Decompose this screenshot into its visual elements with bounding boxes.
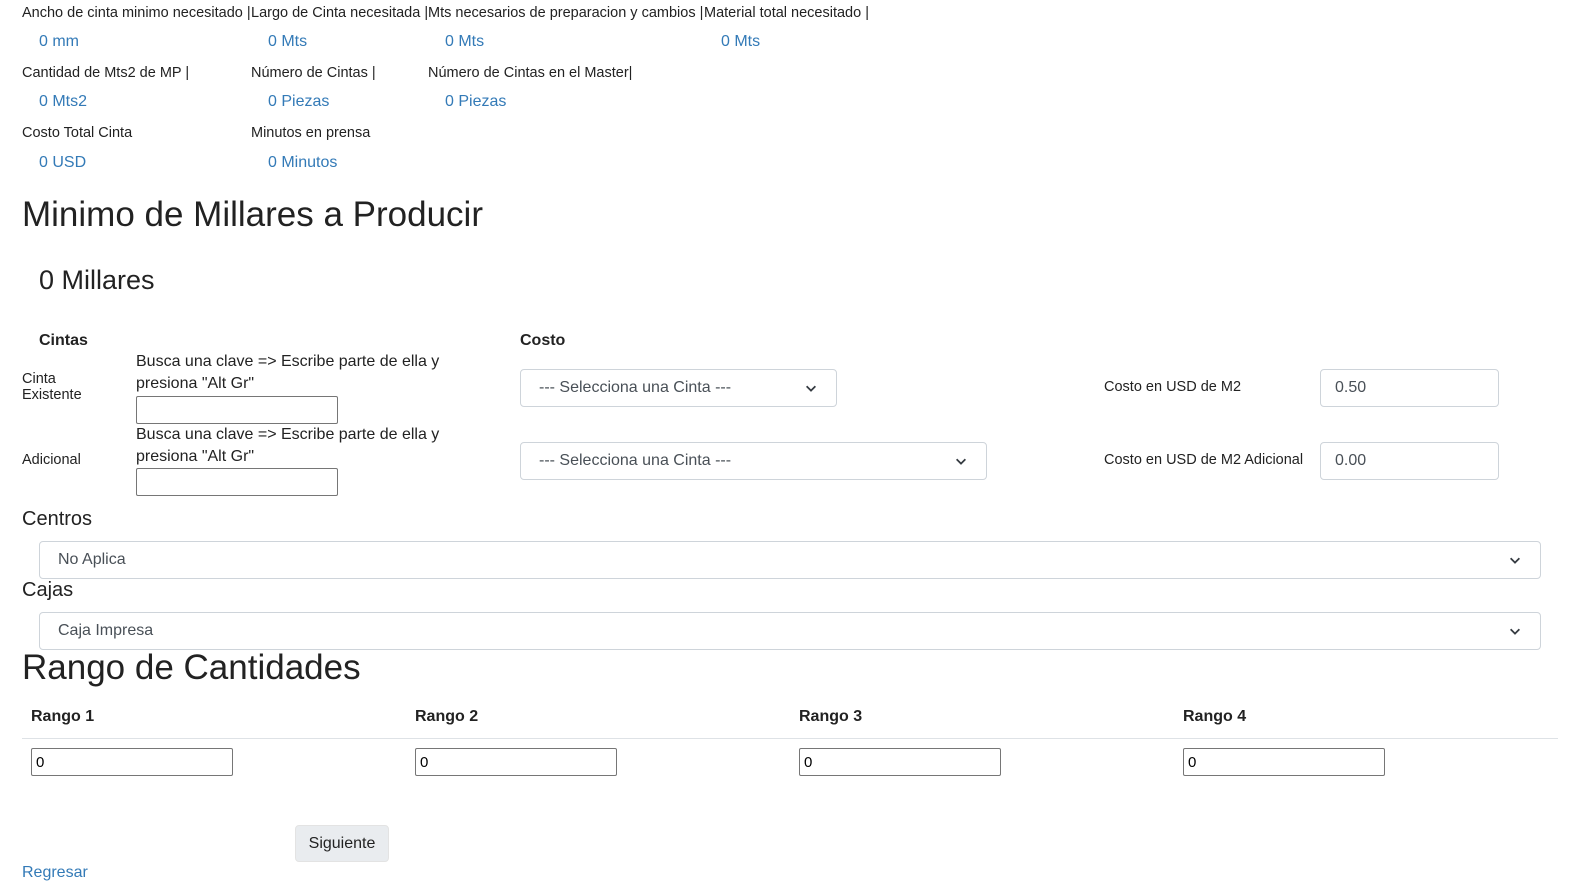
summary-row2-label-cintas-master: Número de Cintas en el Master| <box>428 65 633 81</box>
summary-value-cintas-master: 0 Piezas <box>445 93 507 110</box>
regresar-link[interactable]: Regresar <box>22 864 88 882</box>
rango-2-label: Rango 2 <box>415 708 479 725</box>
summary-value-costo-total: 0 USD <box>39 154 87 171</box>
summary-row1-label-mts-preparacion: Mts necesarios de preparacion y cambios … <box>428 5 704 21</box>
rango-3-input[interactable] <box>799 748 1001 776</box>
adicional-search-input[interactable] <box>136 468 338 496</box>
summary-row2-label-numero-cintas: Número de Cintas | <box>251 65 376 81</box>
summary-value-mts2: 0 Mts2 <box>39 93 88 110</box>
cinta-existente-select[interactable]: --- Selecciona una Cinta --- <box>520 369 837 407</box>
summary-row2-label-mts2: Cantidad de Mts2 de MP | <box>22 65 190 81</box>
chevron-down-icon <box>1510 628 1520 635</box>
rango-4-label: Rango 4 <box>1183 708 1247 725</box>
adicional-cost-label: Costo en USD de M2 Adicional <box>1104 452 1304 468</box>
chevron-down-icon <box>806 385 816 392</box>
rango-1-input[interactable] <box>31 748 233 776</box>
adicional-select[interactable]: --- Selecciona una Cinta --- <box>520 442 987 480</box>
cajas-select-value: Caja Impresa <box>58 622 154 639</box>
summary-value-mts-preparacion: 0 Mts <box>445 33 485 50</box>
rango-1-label: Rango 1 <box>31 708 95 725</box>
costo-header: Costo <box>520 332 566 349</box>
siguiente-button[interactable]: Siguiente <box>295 825 389 862</box>
cinta-existente-hint: Busca una clave => Escribe parte de ella… <box>136 353 440 392</box>
rango-3-label: Rango 3 <box>799 708 863 725</box>
minimo-title: Minimo de Millares a Producir <box>22 195 483 234</box>
summary-value-material-total: 0 Mts <box>721 33 761 50</box>
cinta-existente-label: Cinta Existente <box>22 371 82 403</box>
rangos-title: Rango de Cantidades <box>22 648 361 687</box>
cajas-select[interactable]: Caja Impresa <box>39 612 1541 650</box>
centros-select[interactable]: No Aplica <box>39 541 1541 579</box>
summary-row3-label-costo-total: Costo Total Cinta <box>22 125 133 141</box>
summary-value-numero-cintas: 0 Piezas <box>268 93 330 110</box>
summary-row1-label-largo: Largo de Cinta necesitada | <box>251 5 429 21</box>
summary-value-minutos: 0 Minutos <box>268 154 338 171</box>
adicional-cost-input[interactable] <box>1320 442 1499 480</box>
cinta-existente-search-input[interactable] <box>136 396 338 424</box>
cajas-label: Cajas <box>22 579 74 601</box>
summary-row3-label-minutos: Minutos en prensa <box>251 125 371 141</box>
chevron-down-icon <box>956 458 966 465</box>
cinta-existente-cost-input[interactable] <box>1320 369 1499 407</box>
adicional-select-value: --- Selecciona una Cinta --- <box>539 452 732 469</box>
summary-row1-label-ancho: Ancho de cinta minimo necesitado | <box>22 5 251 21</box>
centros-select-value: No Aplica <box>58 551 126 568</box>
adicional-label: Adicional <box>22 452 81 468</box>
adicional-hint: Busca una clave => Escribe parte de ella… <box>136 426 440 465</box>
rango-4-input[interactable] <box>1183 748 1385 776</box>
chevron-down-icon <box>1510 557 1520 564</box>
summary-row1-label-material-total: Material total necesitado | <box>704 5 869 21</box>
cinta-existente-select-value: --- Selecciona una Cinta --- <box>539 379 732 396</box>
centros-label: Centros <box>22 508 93 530</box>
rangos-table-divider <box>22 738 1558 739</box>
cinta-existente-cost-label: Costo en USD de M2 <box>1104 379 1242 395</box>
rango-2-input[interactable] <box>415 748 617 776</box>
cintas-header: Cintas <box>39 332 88 349</box>
summary-value-ancho: 0 mm <box>39 33 79 50</box>
minimo-value: 0 Millares <box>39 265 155 295</box>
summary-value-largo: 0 Mts <box>268 33 308 50</box>
